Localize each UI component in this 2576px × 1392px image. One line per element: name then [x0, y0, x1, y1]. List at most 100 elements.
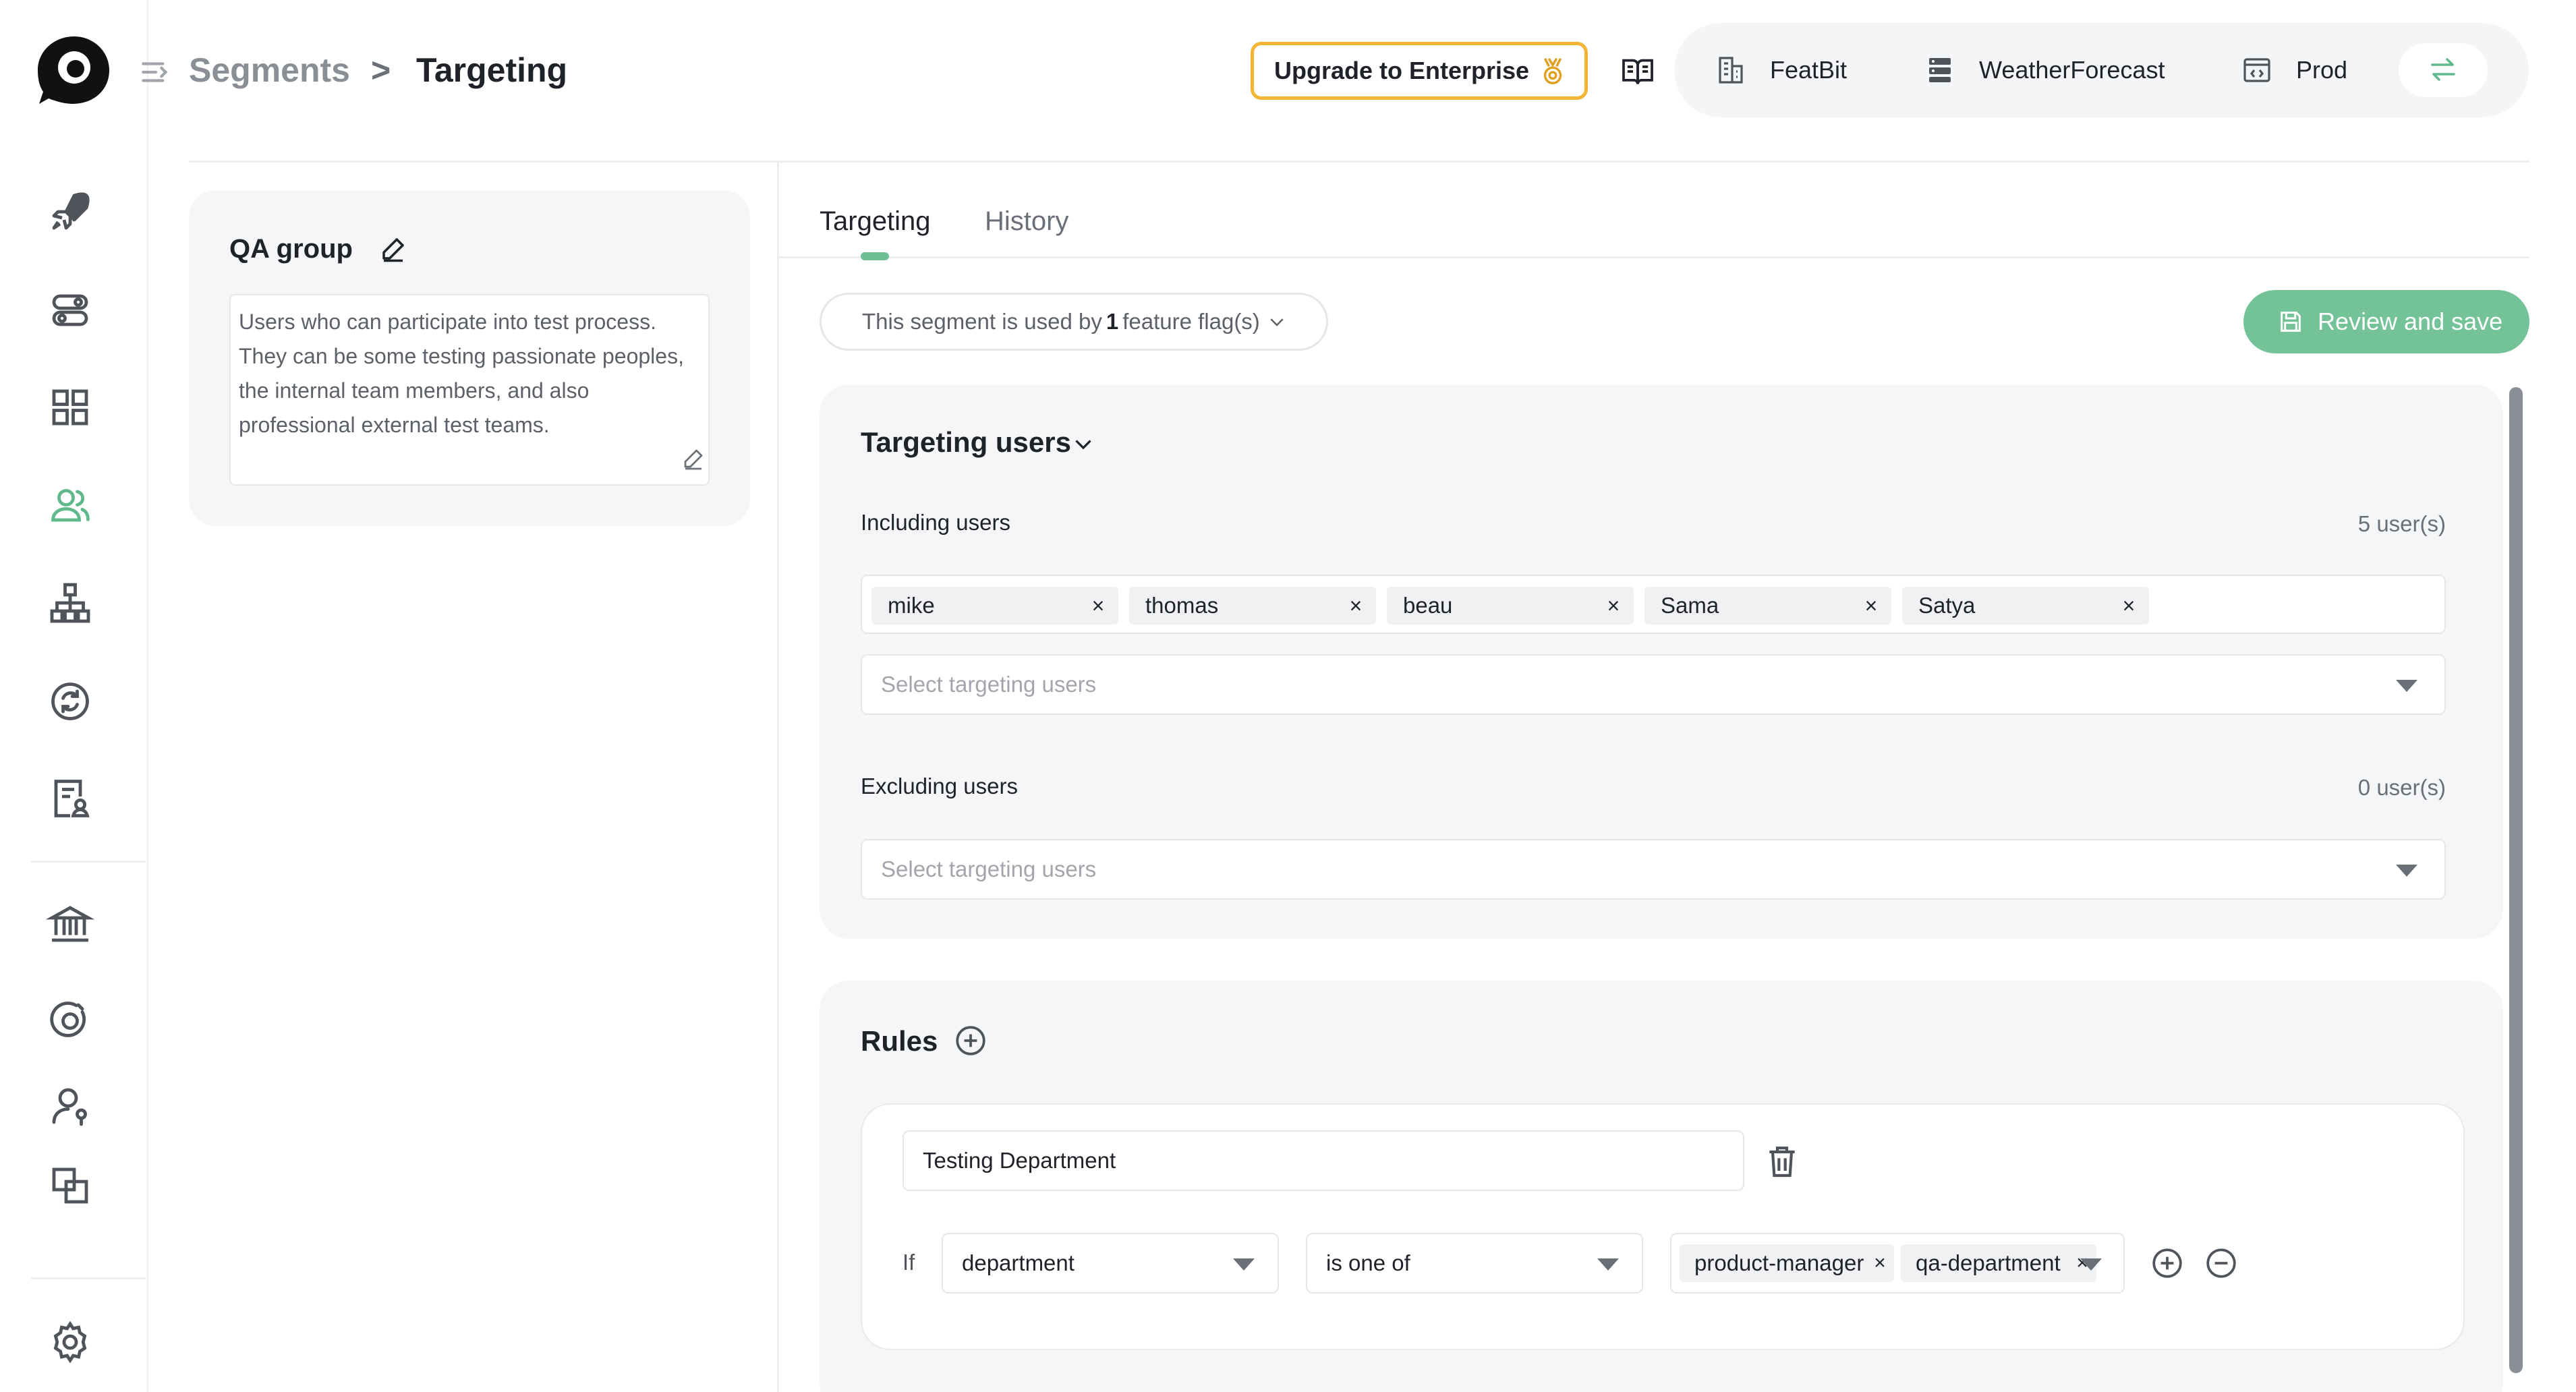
- user-tag: Satya ×: [1902, 587, 2149, 625]
- usage-count: 1: [1106, 309, 1119, 334]
- organization-name: FeatBit: [1770, 56, 1848, 84]
- plus-circle-icon: [2152, 1248, 2182, 1278]
- upgrade-label: Upgrade to Enterprise: [1274, 57, 1530, 84]
- edit-name-icon[interactable]: [379, 235, 407, 263]
- remove-tag-icon[interactable]: ×: [1859, 587, 1883, 625]
- users-icon[interactable]: [46, 482, 94, 530]
- segment-info-card: QA group Users who can participate into …: [189, 190, 750, 526]
- header-divider: [189, 161, 2529, 163]
- targeting-users-title[interactable]: Targeting users: [861, 424, 1071, 461]
- value-tag: qa-department ×: [1901, 1244, 2096, 1282]
- user-tag-label: mike: [888, 593, 935, 618]
- swap-arrows-icon: [2431, 58, 2455, 81]
- active-tab-indicator: [861, 252, 889, 260]
- property-select[interactable]: department: [942, 1233, 1279, 1294]
- project-name: WeatherForecast: [1979, 56, 2165, 84]
- caret-down-icon: [1597, 1258, 1619, 1271]
- breadcrumb-separator: >: [371, 51, 391, 89]
- remove-tag-icon[interactable]: ×: [2117, 587, 2141, 625]
- code-window-icon: [2241, 54, 2273, 86]
- sync-icon[interactable]: [46, 677, 94, 726]
- chevron-down-icon: [1270, 318, 1284, 326]
- caret-down-icon: [2080, 1258, 2102, 1271]
- hierarchy-icon[interactable]: [46, 579, 94, 627]
- property-value: department: [962, 1250, 1075, 1275]
- including-users-tags[interactable]: mike × thomas × beau × Sama × Satya ×: [861, 575, 2446, 634]
- add-rule-button[interactable]: [954, 1024, 988, 1057]
- segment-description-text: Users who can participate into test proc…: [239, 310, 684, 437]
- chevron-down-icon[interactable]: [1071, 432, 1095, 456]
- gear-icon[interactable]: [46, 1318, 94, 1366]
- environment-selector[interactable]: Prod: [2241, 53, 2347, 88]
- user-key-icon[interactable]: [46, 1082, 94, 1130]
- user-tag: thomas ×: [1129, 587, 1376, 625]
- layers-icon[interactable]: [46, 1161, 94, 1210]
- tab-history[interactable]: History: [985, 202, 1068, 240]
- caret-down-icon: [2396, 865, 2417, 877]
- delete-rule-button[interactable]: [1763, 1142, 1801, 1180]
- user-tag-label: Sama: [1661, 593, 1719, 618]
- user-tag: mike ×: [871, 587, 1118, 625]
- server-stack-icon: [1924, 54, 1956, 86]
- review-and-save-label: Review and save: [2318, 308, 2503, 335]
- breadcrumb-segments[interactable]: Segments: [189, 49, 350, 92]
- add-condition-button[interactable]: [2150, 1246, 2184, 1280]
- docs-book-icon[interactable]: [1619, 53, 1657, 90]
- featbit-logo[interactable]: [34, 34, 115, 108]
- remove-condition-button[interactable]: [2204, 1246, 2238, 1280]
- value-tag-label: qa-department: [1916, 1250, 2061, 1275]
- including-users-count: 5 user(s): [2357, 511, 2446, 536]
- target-icon[interactable]: [46, 997, 94, 1045]
- grid-icon[interactable]: [46, 383, 94, 432]
- tabs-divider: [779, 256, 2529, 258]
- user-tag: beau ×: [1387, 587, 1634, 625]
- caret-down-icon: [1233, 1258, 1255, 1271]
- tab-targeting[interactable]: Targeting: [820, 202, 931, 240]
- user-tag: Sama ×: [1644, 587, 1891, 625]
- user-tag-label: Satya: [1918, 593, 1976, 618]
- flag-usage-dropdown[interactable]: This segment is used by 1 feature flag(s…: [820, 293, 1328, 351]
- column-divider: [777, 162, 779, 1392]
- save-icon: [2281, 312, 2301, 332]
- excluding-users-select[interactable]: Select targeting users: [861, 839, 2446, 900]
- trash-icon: [1769, 1147, 1795, 1178]
- including-users-select[interactable]: Select targeting users: [861, 654, 2446, 715]
- excluding-users-label: Excluding users: [861, 774, 1018, 799]
- remove-tag-icon[interactable]: ×: [1870, 1244, 1890, 1282]
- upgrade-enterprise-button[interactable]: Upgrade to Enterprise: [1251, 42, 1588, 100]
- project-selector[interactable]: WeatherForecast: [1924, 53, 2165, 88]
- remove-tag-icon[interactable]: ×: [1344, 587, 1368, 625]
- rules-title: Rules: [861, 1025, 938, 1057]
- rule-name-value: Testing Department: [923, 1148, 1116, 1173]
- operator-value: is one of: [1326, 1250, 1410, 1275]
- minus-circle-icon: [2206, 1248, 2236, 1278]
- usage-suffix: feature flag(s): [1122, 309, 1260, 334]
- select-placeholder: Select targeting users: [881, 672, 1097, 697]
- rocket-icon[interactable]: [46, 187, 94, 236]
- segment-description[interactable]: Users who can participate into test proc…: [229, 294, 710, 486]
- value-tag-label: product-manager: [1694, 1250, 1864, 1275]
- edit-description-icon[interactable]: [681, 446, 706, 471]
- content-scrollbar[interactable]: [2509, 387, 2523, 1373]
- if-label: If: [903, 1250, 915, 1275]
- organization-selector[interactable]: FeatBit: [1715, 53, 1847, 88]
- review-and-save-button[interactable]: Review and save: [2243, 290, 2529, 353]
- segment-name: QA group: [229, 234, 353, 264]
- operator-select[interactable]: is one of: [1306, 1233, 1643, 1294]
- value-tag: product-manager ×: [1680, 1244, 1894, 1282]
- plus-circle-icon: [956, 1026, 985, 1055]
- switch-context-button[interactable]: [2399, 43, 2488, 97]
- rule-values-select[interactable]: product-manager × qa-department ×: [1670, 1233, 2125, 1294]
- remove-tag-icon[interactable]: ×: [1086, 587, 1110, 625]
- rule-name-input[interactable]: Testing Department: [903, 1130, 1744, 1191]
- audit-report-icon[interactable]: [46, 774, 94, 823]
- collapse-menu-icon[interactable]: [139, 55, 173, 89]
- select-placeholder: Select targeting users: [881, 857, 1097, 881]
- remove-tag-icon[interactable]: ×: [1601, 587, 1626, 625]
- nav-divider: [31, 1277, 146, 1279]
- toggle-icon[interactable]: [46, 286, 94, 335]
- user-tag-label: beau: [1403, 593, 1453, 618]
- bank-icon[interactable]: [45, 900, 95, 948]
- excluding-users-count: 0 user(s): [2357, 775, 2446, 800]
- page-title: Targeting: [416, 51, 568, 89]
